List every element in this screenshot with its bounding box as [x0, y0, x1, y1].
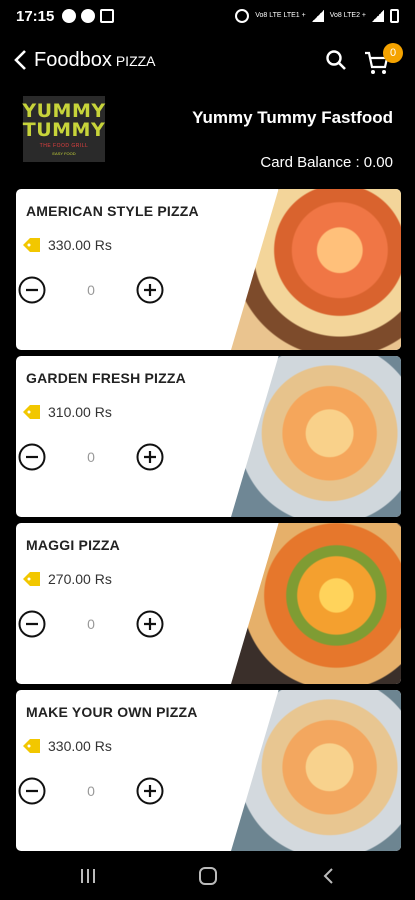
- chevron-left-icon: [14, 50, 26, 70]
- increase-button[interactable]: [136, 777, 164, 805]
- quantity-stepper: 0: [18, 443, 164, 471]
- store-logo: YUMMY TUMMY THE FOOD GRILL EASY FOOD: [22, 96, 105, 162]
- decrease-button[interactable]: [18, 276, 46, 304]
- notification-icon: [100, 9, 115, 23]
- lte1-indicator: Vo8 LTE LTE1 +: [255, 12, 306, 19]
- home-icon: [198, 867, 217, 885]
- item-price: 330.00 Rs: [48, 738, 112, 754]
- item-price: 310.00 Rs: [48, 404, 112, 420]
- quantity-stepper: 0: [18, 777, 164, 805]
- search-icon[interactable]: [325, 49, 347, 71]
- battery-icon: [390, 9, 399, 23]
- store-header: YUMMY TUMMY THE FOOD GRILL EASY FOOD Yum…: [0, 96, 415, 176]
- item-price: 330.00 Rs: [48, 237, 112, 253]
- cart-button[interactable]: 0: [363, 43, 403, 77]
- increase-button[interactable]: [136, 610, 164, 638]
- lte2-indicator: Vo8 LTE2 +: [329, 12, 366, 19]
- recent-apps-icon: [80, 869, 95, 883]
- item-image: [231, 523, 401, 684]
- app-bar: Foodbox PIZZA 0: [0, 38, 415, 82]
- card-balance: Card Balance : 0.00: [260, 154, 393, 171]
- decrease-button[interactable]: [18, 777, 46, 805]
- cart-count-badge: 0: [383, 43, 403, 63]
- item-image: [231, 189, 401, 350]
- signal2-icon: [372, 10, 384, 22]
- menu-item-card[interactable]: AMERICAN STYLE PIZZA 330.00 Rs 0: [16, 189, 401, 350]
- quantity-stepper: 0: [18, 276, 164, 304]
- store-name: Yummy Tummy Fastfood: [192, 108, 393, 127]
- price-tag-icon: [23, 572, 40, 586]
- status-time: 17:15: [16, 7, 55, 25]
- decrease-button[interactable]: [18, 443, 46, 471]
- quantity-value: 0: [87, 783, 95, 799]
- status-bar: 17:15 Vo8 LTE LTE1 + Vo8 LTE2 +: [0, 0, 415, 32]
- system-nav-bar: [0, 852, 415, 900]
- menu-item-card[interactable]: GARDEN FRESH PIZZA 310.00 Rs 0: [16, 356, 401, 517]
- price-tag-icon: [23, 405, 40, 419]
- increase-button[interactable]: [136, 443, 164, 471]
- page-subtitle: PIZZA: [115, 52, 156, 69]
- missed-call-icon: [62, 9, 77, 23]
- price-tag-icon: [23, 238, 40, 252]
- back-button[interactable]: [8, 45, 32, 75]
- item-price: 270.00 Rs: [48, 571, 112, 587]
- signal-icon: [311, 10, 324, 22]
- increase-button[interactable]: [136, 276, 164, 304]
- menu-item-card[interactable]: MAGGI PIZZA 270.00 Rs 0: [16, 523, 401, 684]
- menu-item-card[interactable]: MAKE YOUR OWN PIZZA 330.00 Rs 0: [16, 690, 401, 851]
- system-back-button[interactable]: [316, 864, 340, 888]
- quantity-stepper: 0: [18, 610, 164, 638]
- quantity-value: 0: [87, 616, 95, 632]
- quantity-value: 0: [87, 282, 95, 298]
- quantity-value: 0: [87, 449, 95, 465]
- item-image: [231, 356, 401, 517]
- recent-apps-button[interactable]: [76, 864, 100, 888]
- price-tag-icon: [23, 739, 40, 753]
- item-name: MAKE YOUR OWN PIZZA: [26, 704, 198, 720]
- decrease-button[interactable]: [18, 610, 46, 638]
- page-title: Foodbox PIZZA: [34, 48, 156, 71]
- item-name: GARDEN FRESH PIZZA: [26, 370, 186, 386]
- back-icon: [323, 868, 333, 884]
- item-name: AMERICAN STYLE PIZZA: [26, 203, 199, 219]
- hotspot-icon: [235, 9, 250, 23]
- phone-icon: [81, 9, 96, 23]
- item-name: MAGGI PIZZA: [26, 537, 120, 553]
- menu-list: AMERICAN STYLE PIZZA 330.00 Rs 0 GARDEN …: [16, 189, 401, 857]
- home-button[interactable]: [196, 864, 220, 888]
- item-image: [231, 690, 401, 851]
